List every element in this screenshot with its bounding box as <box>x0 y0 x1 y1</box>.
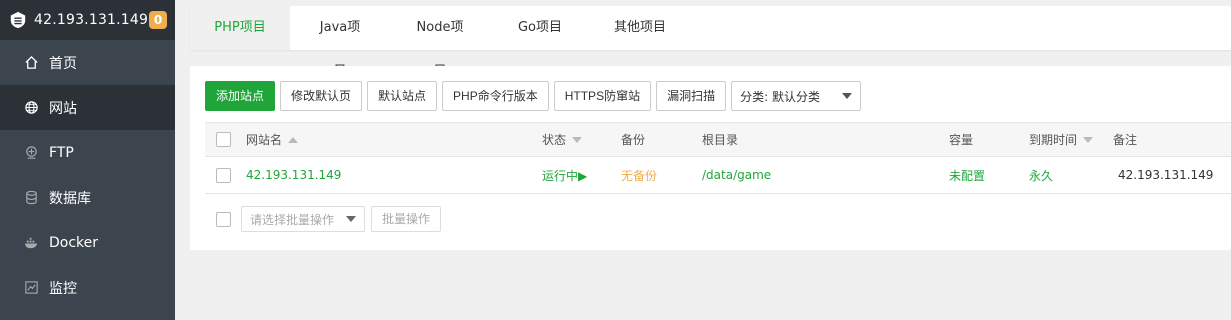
sort-desc-icon <box>1083 136 1094 143</box>
site-panel: 添加站点 修改默认页 默认站点 PHP命令行版本 HTTPS防窜站 漏洞扫描 分… <box>190 66 1231 250</box>
row-checkbox-cell <box>216 157 231 193</box>
sidebar-item-home[interactable]: 首页 <box>0 40 175 85</box>
sidebar-header: 42.193.131.149 0 <box>0 0 175 40</box>
header-expire[interactable]: 到期时间 <box>1029 123 1094 156</box>
sidebar-item-label: 监控 <box>49 280 77 297</box>
server-logo-icon <box>8 10 28 30</box>
site-table: 网站名 状态 备份 根目录 容量 到期时间 备注 42.193.131.149 … <box>205 122 1231 194</box>
header-backup: 备份 <box>621 133 646 147</box>
category-select-value: 分类: 默认分类 <box>740 89 820 104</box>
monitor-icon <box>22 279 40 297</box>
sidebar-item-database[interactable]: 数据库 <box>0 175 175 220</box>
bulk-actions-bar: 请选择批量操作 批量操作 <box>205 206 442 232</box>
vuln-scan-button[interactable]: 漏洞扫描 <box>656 81 727 111</box>
globe-icon <box>22 99 40 117</box>
php-cli-version-button[interactable]: PHP命令行版本 <box>442 81 549 111</box>
bulk-select-checkbox[interactable] <box>216 211 231 227</box>
https-protect-button[interactable]: HTTPS防窜站 <box>553 81 652 111</box>
header-capacity: 容量 <box>949 133 974 147</box>
sort-desc-icon <box>572 136 583 143</box>
row-checkbox[interactable] <box>216 167 231 183</box>
tab-php[interactable]: PHP项目 <box>190 6 290 50</box>
tab-other[interactable]: 其他项目 <box>590 6 690 50</box>
add-site-button[interactable]: 添加站点 <box>205 81 276 111</box>
sidebar-item-label: 网站 <box>49 100 77 117</box>
site-expire-link[interactable]: 永久 <box>1029 157 1053 193</box>
tab-go[interactable]: Go项目 <box>490 6 590 50</box>
sort-asc-icon <box>288 136 299 143</box>
select-all-checkbox-cell <box>216 123 231 156</box>
default-site-button[interactable]: 默认站点 <box>367 81 438 111</box>
toolbar: 添加站点 修改默认页 默认站点 PHP命令行版本 HTTPS防窜站 漏洞扫描 分… <box>205 81 862 111</box>
table-row: 42.193.131.149 运行中▶ 无备份 /data/game 未配置 永… <box>205 157 1231 194</box>
bulk-action-select[interactable]: 请选择批量操作 <box>241 206 365 232</box>
tab-java[interactable]: Java项目 <box>290 6 390 79</box>
tab-node[interactable]: Node项目 <box>390 6 490 79</box>
site-root-link[interactable]: /data/game <box>702 157 771 193</box>
site-note[interactable]: 42.193.131.149 <box>1118 157 1213 193</box>
sidebar-item-label: FTP <box>49 144 74 161</box>
server-host: 42.193.131.149 <box>34 12 149 28</box>
site-status-toggle[interactable]: 运行中▶ <box>542 157 587 193</box>
project-tabs: PHP项目 Java项目 Node项目 Go项目 其他项目 <box>190 6 1231 79</box>
table-header: 网站名 状态 备份 根目录 容量 到期时间 备注 <box>205 122 1231 157</box>
chevron-down-icon <box>842 93 853 99</box>
select-all-checkbox[interactable] <box>216 132 231 147</box>
sidebar-item-docker[interactable]: Docker <box>0 220 175 265</box>
sidebar-item-label: Docker <box>49 234 99 251</box>
sidebar-item-label: 数据库 <box>49 190 91 207</box>
notification-badge[interactable]: 0 <box>149 11 167 29</box>
database-icon <box>22 189 40 207</box>
sidebar: 42.193.131.149 0 首页 网站 FTP 数据库 Docker 监控 <box>0 0 175 320</box>
category-select[interactable]: 分类: 默认分类 <box>731 81 862 111</box>
bulk-action-placeholder: 请选择批量操作 <box>250 212 335 227</box>
ftp-icon <box>22 144 40 162</box>
sidebar-item-website[interactable]: 网站 <box>0 85 175 130</box>
sidebar-item-label: 首页 <box>49 55 77 72</box>
header-root: 根目录 <box>702 133 739 147</box>
header-name[interactable]: 网站名 <box>246 123 299 156</box>
site-backup-link[interactable]: 无备份 <box>621 157 657 193</box>
bulk-action-button[interactable]: 批量操作 <box>371 206 442 232</box>
sidebar-item-monitor[interactable]: 监控 <box>0 265 175 310</box>
sidebar-item-ftp[interactable]: FTP <box>0 130 175 175</box>
modify-default-page-button[interactable]: 修改默认页 <box>280 81 363 111</box>
header-note: 备注 <box>1113 133 1138 147</box>
site-name-link[interactable]: 42.193.131.149 <box>246 157 341 193</box>
header-status[interactable]: 状态 <box>542 123 583 156</box>
home-icon <box>22 54 40 72</box>
chevron-down-icon <box>346 216 356 222</box>
site-capacity-link[interactable]: 未配置 <box>949 157 985 193</box>
docker-icon <box>22 234 40 252</box>
